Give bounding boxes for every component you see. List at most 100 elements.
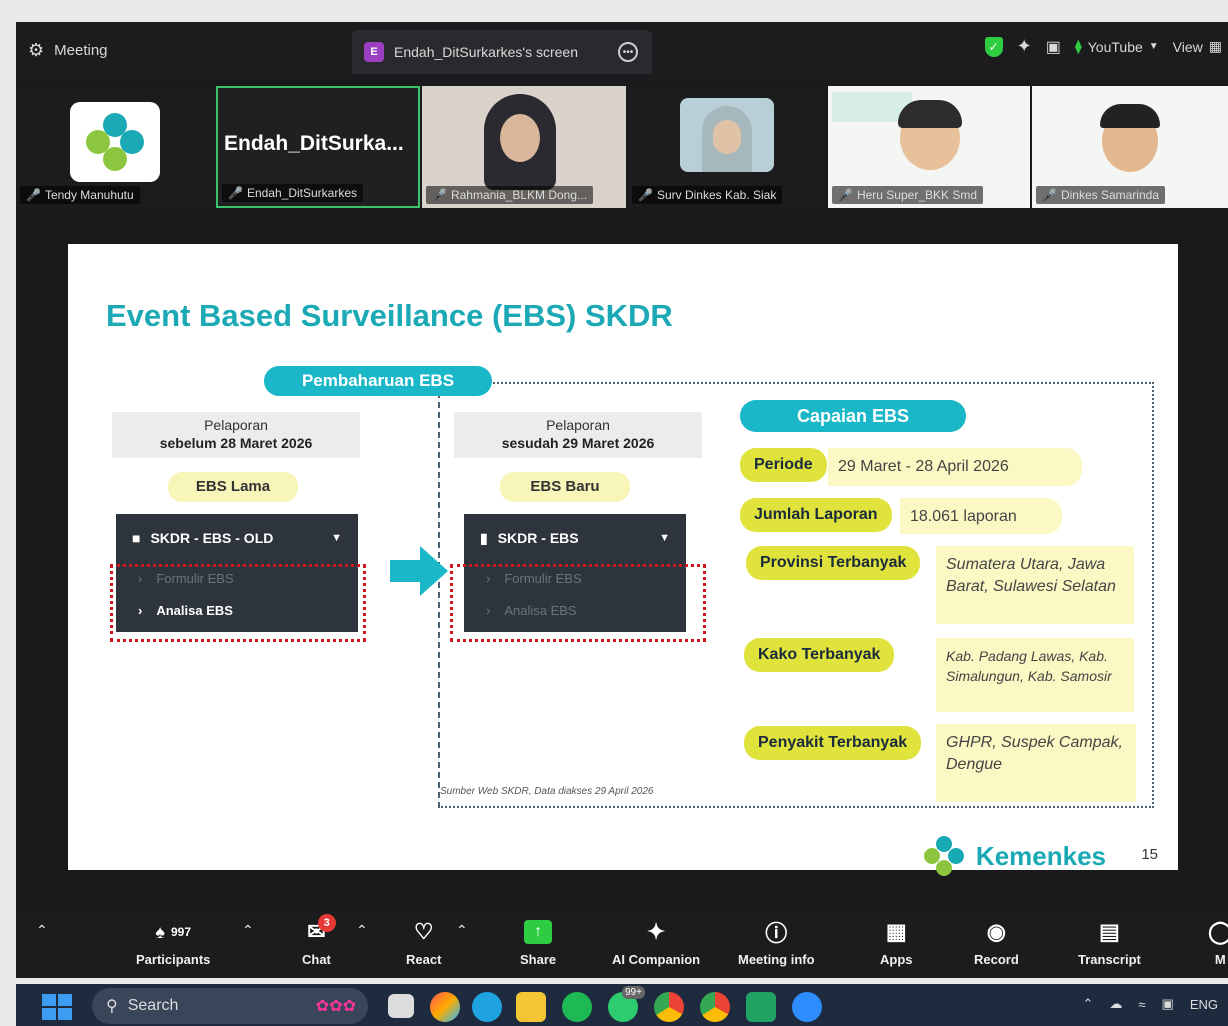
- chevron-up-icon[interactable]: ⌃: [242, 922, 254, 939]
- mic-icon: 🎤: [228, 186, 243, 200]
- view-button[interactable]: View ▦: [1173, 38, 1228, 55]
- mic-muted-icon: 🎤: [838, 188, 853, 202]
- share-icon: ↑: [524, 918, 553, 946]
- taskbar-search[interactable]: ⚲ Search ✿✿✿: [92, 988, 368, 1024]
- kako-label: Kako Terbanyak: [744, 638, 895, 672]
- chevron-up-icon[interactable]: ⌃: [1082, 996, 1093, 1012]
- chrome-profile-icon[interactable]: [700, 992, 730, 1022]
- record-button[interactable]: ◉ Record: [974, 918, 1019, 967]
- apps-button[interactable]: ▦ Apps: [880, 918, 913, 967]
- participant-name: 🎤 Dinkes Samarinda: [1036, 186, 1165, 204]
- ebs-new-pill: EBS Baru: [500, 472, 630, 502]
- screen-share-tab[interactable]: E Endah_DitSurkarkes's screen •••: [352, 30, 652, 74]
- mic-muted-icon: 🎤: [26, 188, 41, 202]
- info-icon: ⓘ: [765, 921, 788, 946]
- display-icon[interactable]: ▣: [1162, 996, 1174, 1012]
- reporting-after-label: Pelaporan sesudah 29 Maret 2026: [454, 412, 702, 458]
- meeting-info-button[interactable]: ⓘ Meeting info: [738, 918, 815, 967]
- whatsapp-icon[interactable]: 99+: [608, 986, 645, 1022]
- participant-tile[interactable]: 🎤 Rahmania_BLKM Dong...: [422, 86, 626, 208]
- chevron-down-icon: ▼: [331, 532, 342, 544]
- participant-tile-active-speaker[interactable]: Endah_DitSurka... 🎤 Endah_DitSurkarkes: [216, 86, 420, 208]
- top-right-controls: ✓ ✦ ▣ ⧫ YouTube ▼ View ▦: [984, 36, 1228, 57]
- participant-photo: [680, 98, 774, 172]
- windows-taskbar: ⚲ Search ✿✿✿ 99+ ⌃ ☁ ≈ ▣ ENG: [16, 984, 1228, 1026]
- wifi-icon[interactable]: ≈: [1138, 997, 1145, 1012]
- chevron-down-icon: ▼: [1148, 41, 1159, 52]
- file-icon: ▮: [480, 529, 488, 546]
- participant-tile[interactable]: 🎤 Tendy Manuhutu: [16, 86, 216, 208]
- app-icon-colorful[interactable]: [430, 992, 460, 1022]
- edge-icon[interactable]: [472, 992, 502, 1022]
- stream-icon: ⧫: [1074, 38, 1082, 54]
- excel-icon[interactable]: [746, 992, 776, 1022]
- slide-title: Event Based Surveillance (EBS) SKDR: [106, 298, 673, 333]
- participant-name: 🎤 Tendy Manuhutu: [20, 186, 140, 204]
- chrome-icon[interactable]: [654, 992, 684, 1022]
- notification-badge: 99+: [622, 986, 645, 999]
- highlight-box: [110, 564, 366, 642]
- ai-companion-button[interactable]: ✦ AI Companion: [612, 918, 700, 967]
- chevron-up-icon[interactable]: ⌃: [456, 922, 468, 939]
- flowers-icon: ✿✿✿: [315, 998, 356, 1015]
- language-indicator[interactable]: ENG: [1190, 997, 1218, 1012]
- task-view-icon[interactable]: [388, 994, 414, 1018]
- youtube-stream[interactable]: ⧫ YouTube ▼: [1075, 38, 1159, 55]
- menu-header: ▮ SKDR - EBS ▼: [480, 529, 670, 547]
- participant-name: 🎤 Surv Dinkes Kab. Siak: [632, 186, 783, 204]
- heart-icon: ♡: [413, 919, 434, 944]
- provinsi-label: Provinsi Terbanyak: [746, 546, 921, 580]
- mic-muted-icon: 🎤: [638, 188, 653, 202]
- file-explorer-icon[interactable]: [516, 992, 546, 1022]
- windows-start-icon[interactable]: [42, 994, 72, 1020]
- participant-name: 🎤 Heru Super_BKK Smd: [832, 186, 984, 204]
- spotify-icon[interactable]: [562, 992, 592, 1022]
- mic-muted-icon: 🎤: [432, 188, 447, 202]
- window-icon[interactable]: ▣: [1046, 37, 1061, 57]
- mic-muted-icon: 🎤: [1042, 188, 1057, 202]
- participant-tile[interactable]: 🎤 Surv Dinkes Kab. Siak: [628, 86, 826, 208]
- reporting-before-label: Pelaporan sebelum 28 Maret 2026: [112, 412, 360, 458]
- more-button[interactable]: ◯ M: [1208, 918, 1228, 967]
- chat-badge: 3: [317, 914, 336, 932]
- react-button[interactable]: ♡ React: [406, 918, 441, 967]
- view-label: View: [1172, 38, 1203, 55]
- penyakit-label: Penyakit Terbanyak: [744, 726, 922, 760]
- meeting-menu[interactable]: ⚙ Meeting: [28, 40, 108, 61]
- more-options-icon[interactable]: •••: [618, 42, 638, 62]
- kako-value: Kab. Padang Lawas, Kab. Simalungun, Kab.…: [936, 638, 1134, 712]
- system-tray: ⌃ ☁ ≈ ▣ ENG: [1082, 996, 1218, 1012]
- chevron-up-icon[interactable]: ⌃: [36, 922, 48, 939]
- sparkle-icon[interactable]: ✦: [1017, 36, 1032, 57]
- participant-tile[interactable]: 🎤 Dinkes Samarinda: [1032, 86, 1228, 208]
- more-icon: ◯: [1208, 919, 1228, 944]
- chevron-up-icon[interactable]: ⌃: [356, 922, 368, 939]
- record-icon: ◉: [986, 919, 1006, 944]
- transcript-button[interactable]: ▤ Transcript: [1078, 918, 1141, 967]
- security-shield-icon[interactable]: ✓: [984, 36, 1003, 57]
- share-button[interactable]: ↑ Share: [520, 918, 556, 967]
- jumlah-label: Jumlah Laporan: [740, 498, 892, 532]
- zoom-icon[interactable]: [792, 992, 822, 1022]
- apps-icon: ▦: [885, 919, 907, 944]
- zoom-top-bar: ⚙ Meeting E Endah_DitSurkarkes's screen …: [16, 22, 1228, 80]
- chat-button[interactable]: ✉ 3 Chat: [302, 914, 336, 967]
- people-icon: ⚙: [28, 40, 45, 60]
- participants-button[interactable]: ♠ 997 Participants: [136, 918, 210, 968]
- participant-gallery: 🎤 Tendy Manuhutu Endah_DitSurka... 🎤 Endah…: [16, 86, 1228, 208]
- participant-tile[interactable]: 🎤 Heru Super_BKK Smd: [828, 86, 1030, 208]
- periode-value: 29 Maret - 28 April 2026: [828, 448, 1082, 486]
- participant-name: 🎤 Rahmania_BLKM Dong...: [426, 186, 594, 204]
- chevron-down-icon: ▼: [659, 532, 670, 544]
- kemenkes-logo-avatar: [70, 102, 160, 182]
- cloud-icon[interactable]: ☁: [1109, 996, 1122, 1012]
- menu-header: ■ SKDR - EBS - OLD ▼: [132, 530, 342, 546]
- kemenkes-logo-icon: [923, 836, 964, 876]
- update-pill: Pembaharuan EBS: [264, 366, 492, 396]
- participant-name: 🎤 Endah_DitSurkarkes: [222, 184, 364, 202]
- avatar-hair: [898, 100, 962, 128]
- search-icon: ⚲: [106, 998, 118, 1015]
- right-arrow-icon: [390, 546, 448, 601]
- grid-icon: ▦: [1208, 38, 1222, 54]
- shared-slide: Event Based Surveillance (EBS) SKDR Pemb…: [68, 244, 1178, 876]
